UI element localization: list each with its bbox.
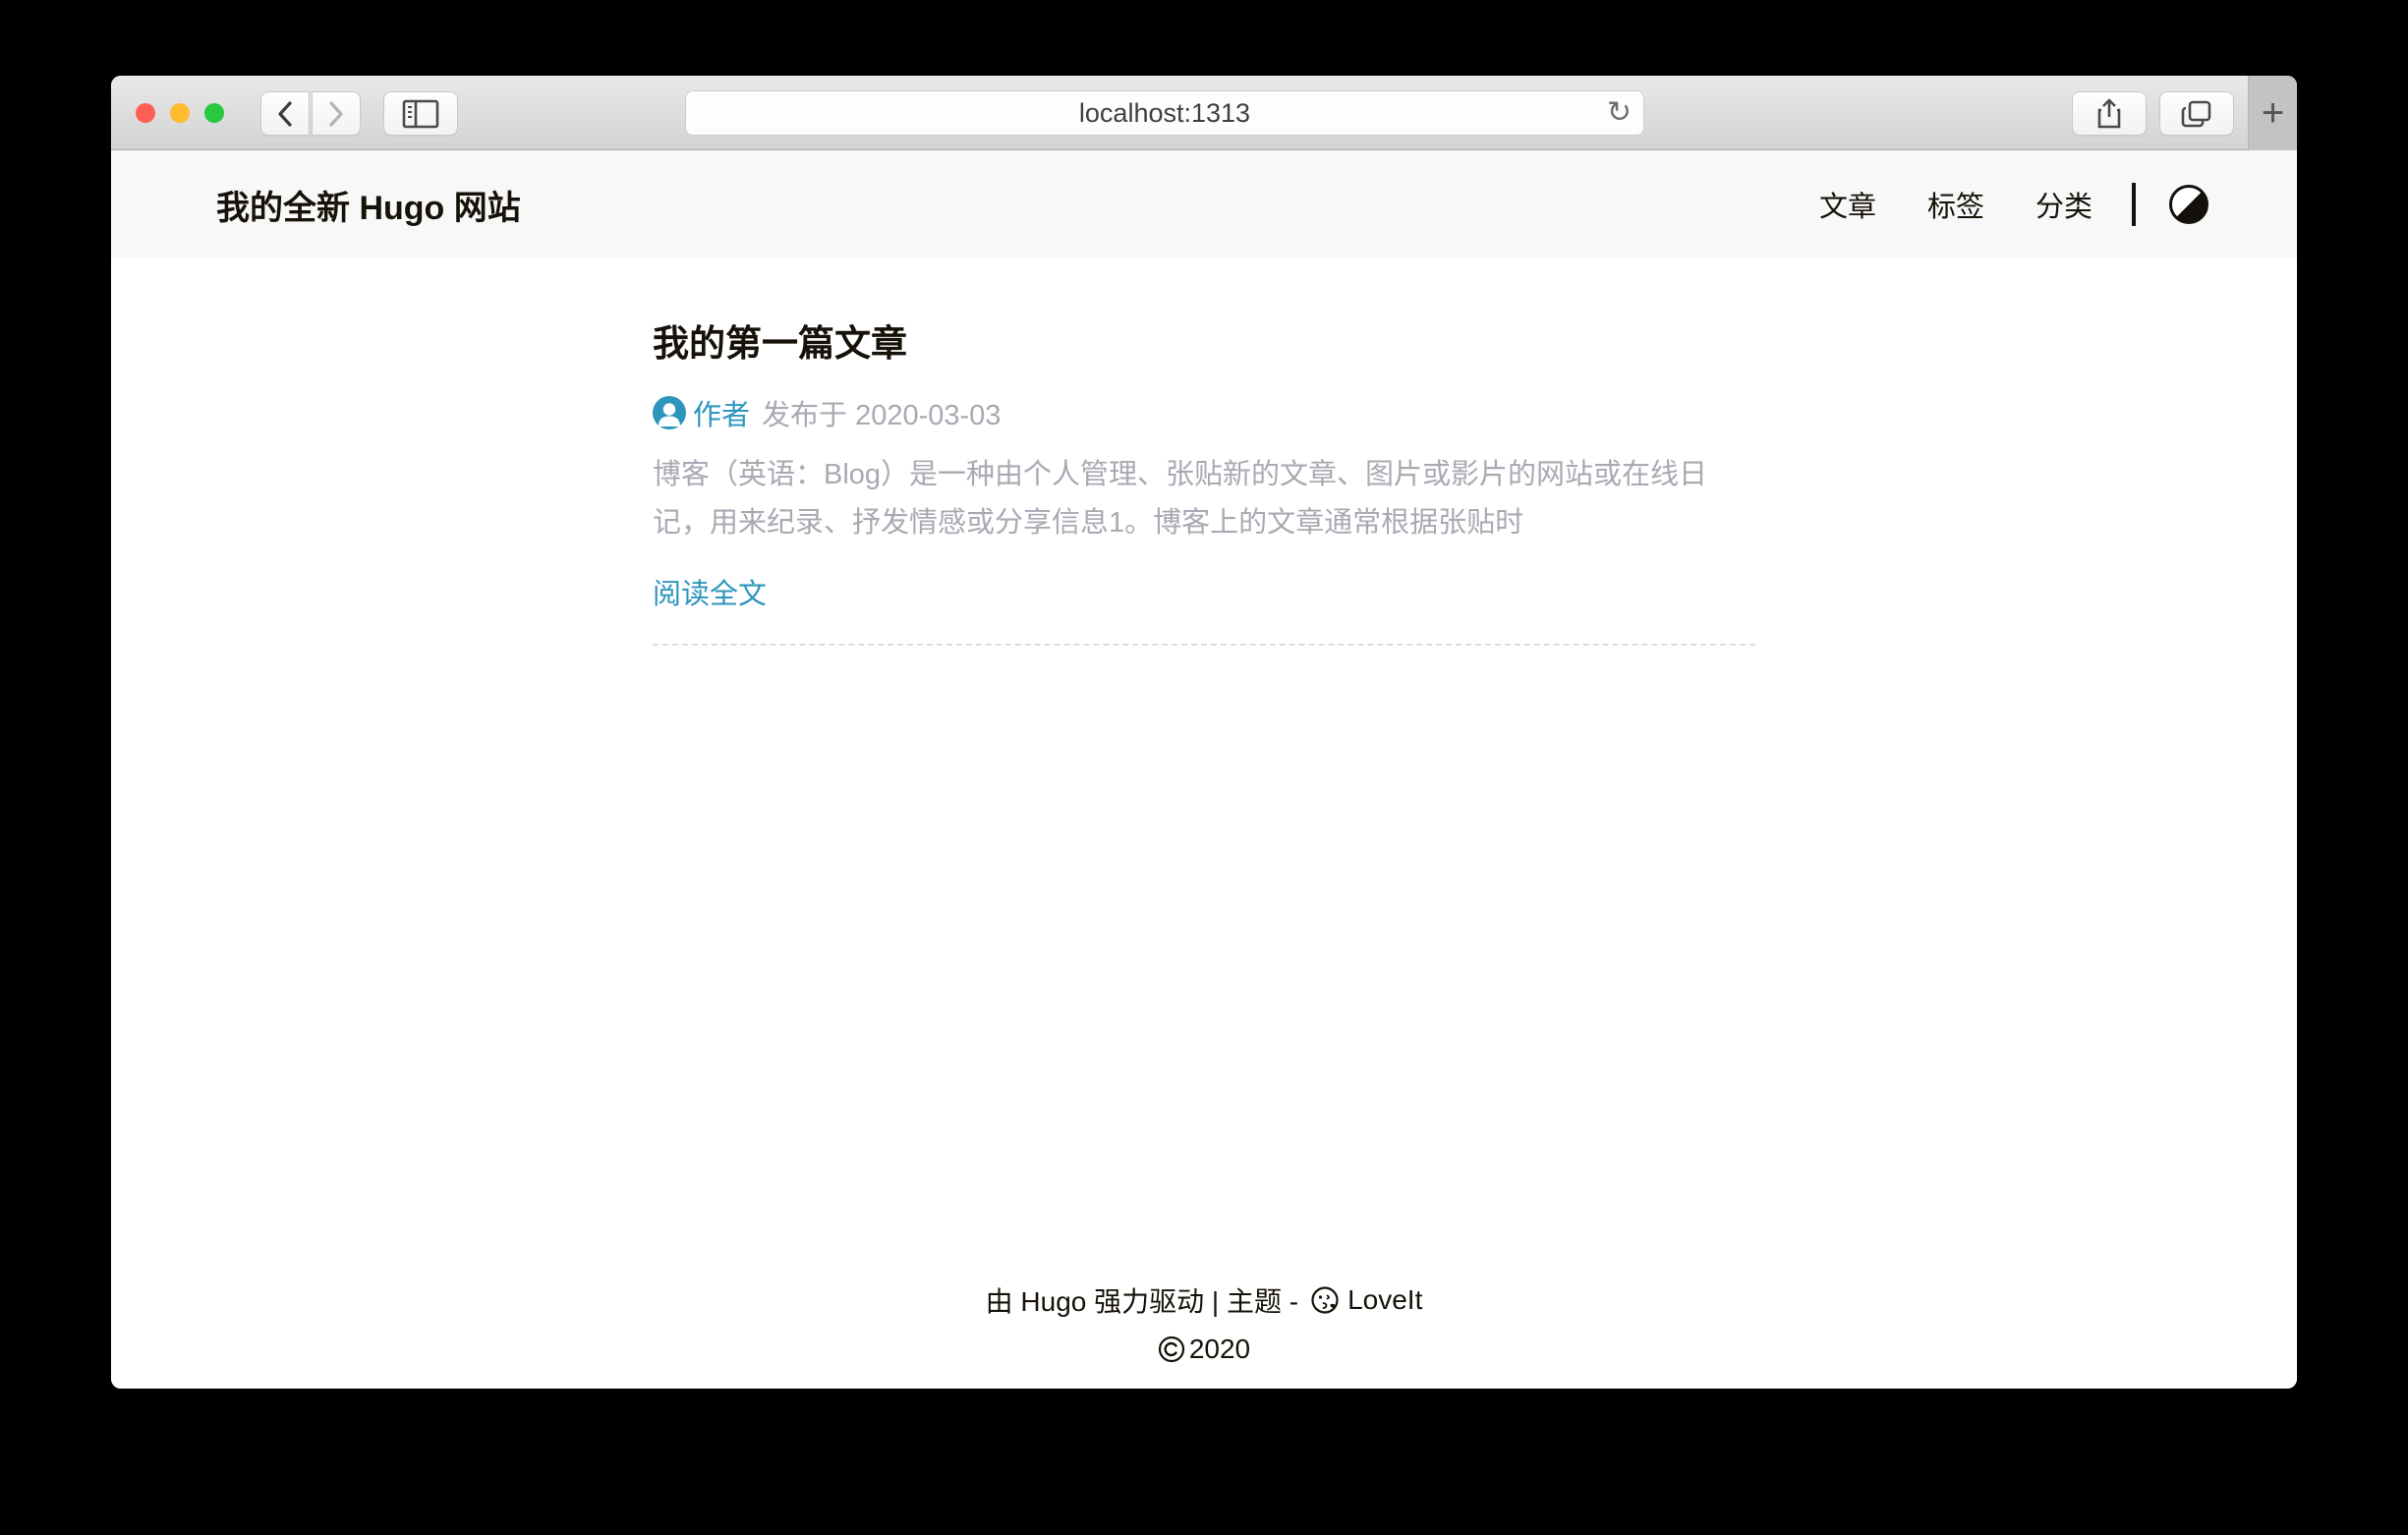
url-text: localhost:1313: [1079, 98, 1250, 129]
show-all-tabs-button[interactable]: [2159, 91, 2234, 136]
nav-item-categories[interactable]: 分类: [2035, 184, 2093, 225]
powered-by-text: 由 Hugo 强力驱动 | 主题 -: [986, 1280, 1298, 1320]
nav-separator: [2132, 183, 2136, 226]
plus-icon: +: [2262, 91, 2284, 136]
post-title-link[interactable]: 我的第一篇文章: [653, 313, 1755, 367]
copyright-year: 2020: [1189, 1334, 1250, 1365]
theme-toggle-icon[interactable]: [2169, 185, 2208, 224]
browser-toolbar: localhost:1313 ↻ +: [111, 76, 2297, 150]
post-meta: 作者 发布于 2020-03-03: [653, 392, 1755, 433]
sidebar-toggle-button[interactable]: [383, 91, 458, 136]
minimize-window-button[interactable]: [170, 103, 190, 123]
address-bar[interactable]: localhost:1313 ↻: [685, 90, 1644, 136]
copyright-icon: [1158, 1336, 1185, 1363]
site-nav: 文章 标签 分类: [1768, 183, 2208, 226]
web-page: 我的全新 Hugo 网站 文章 标签 分类 我的第一篇文章: [111, 150, 2297, 1389]
theme-link[interactable]: LoveIt: [1347, 1284, 1422, 1316]
new-tab-button[interactable]: +: [2248, 76, 2297, 150]
site-header: 我的全新 Hugo 网站 文章 标签 分类: [111, 150, 2297, 258]
site-footer: 由 Hugo 强力驱动 | 主题 - LoveIt: [111, 1280, 2297, 1365]
close-window-button[interactable]: [136, 103, 155, 123]
site-title-link[interactable]: 我的全新 Hugo 网站: [216, 181, 521, 229]
post-divider: [653, 644, 1755, 646]
kissing-face-icon: [1310, 1285, 1340, 1315]
post-list: 我的第一篇文章 作者 发布于 2020-03-03: [653, 313, 1755, 646]
share-button[interactable]: [2072, 91, 2147, 136]
post-excerpt: 博客（英语：Blog）是一种由个人管理、张贴新的文章、图片或影片的网站或在线日记…: [653, 451, 1755, 547]
read-more-link[interactable]: 阅读全文: [653, 571, 767, 612]
sidebar-icon: [402, 99, 439, 129]
chevron-right-icon: [325, 100, 347, 128]
author-link[interactable]: 作者: [693, 392, 750, 433]
share-icon: [2096, 98, 2122, 130]
zoom-window-button[interactable]: [204, 103, 224, 123]
nav-item-tags[interactable]: 标签: [1927, 184, 1984, 225]
publish-date: 发布于 2020-03-03: [762, 392, 1001, 433]
browser-window: localhost:1313 ↻ +: [111, 76, 2297, 1389]
nav-item-posts[interactable]: 文章: [1819, 184, 1876, 225]
chevron-left-icon: [274, 100, 296, 128]
post-summary: 我的第一篇文章 作者 发布于 2020-03-03: [653, 313, 1755, 646]
tabs-overview-icon: [2181, 99, 2212, 129]
footer-copyright: 2020: [111, 1334, 2297, 1365]
user-circle-icon: [653, 396, 686, 429]
footer-powered-by: 由 Hugo 强力驱动 | 主题 - LoveIt: [111, 1280, 2297, 1320]
forward-button[interactable]: [312, 91, 361, 136]
back-button[interactable]: [260, 91, 310, 136]
reload-icon[interactable]: ↻: [1607, 95, 1632, 130]
